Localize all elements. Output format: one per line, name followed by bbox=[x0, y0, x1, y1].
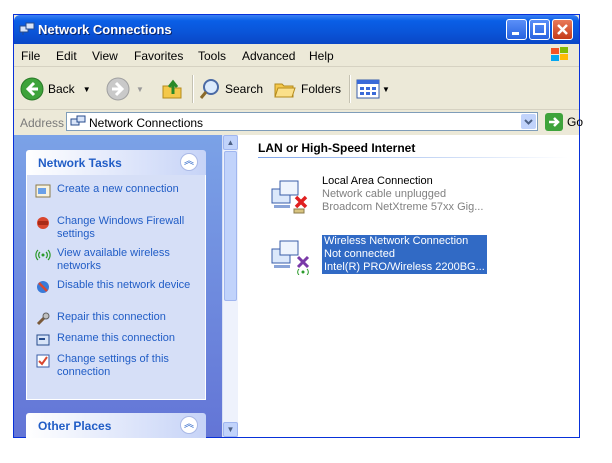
network-connections-icon bbox=[70, 115, 86, 126]
task-repair-connection[interactable]: Repair this connection bbox=[35, 311, 166, 327]
forward-arrow-icon bbox=[106, 77, 130, 101]
search-label: Search bbox=[225, 82, 264, 96]
connection-item-wireless[interactable]: Wireless Network Connection Not connecte… bbox=[268, 235, 508, 277]
new-connection-icon bbox=[35, 184, 51, 198]
up-folder-icon bbox=[162, 79, 182, 99]
scroll-up-button[interactable]: ▲ bbox=[223, 135, 238, 150]
window-title: Network Connections bbox=[38, 22, 172, 37]
collapse-icon[interactable]: ︽ bbox=[180, 416, 198, 434]
toolbar-separator bbox=[349, 75, 351, 103]
other-places-header[interactable]: Other Places ︽ bbox=[26, 413, 206, 438]
address-bar: Address Network Connections Go bbox=[14, 110, 583, 134]
go-label: Go bbox=[567, 115, 584, 129]
task-change-firewall-settings[interactable]: Change Windows Firewall settings bbox=[35, 215, 205, 241]
connection-device: Intel(R) PRO/Wireless 2200BG... bbox=[322, 261, 487, 274]
address-dropdown-button[interactable] bbox=[521, 114, 536, 129]
minimize-button[interactable] bbox=[506, 19, 527, 40]
task-label[interactable]: Change Windows Firewall settings bbox=[57, 215, 205, 241]
close-icon bbox=[557, 24, 568, 35]
forward-button[interactable]: ▼ bbox=[106, 77, 144, 101]
connection-details: Local Area Connection Network cable unpl… bbox=[322, 175, 483, 214]
task-label[interactable]: Change settings of this connection bbox=[57, 353, 205, 379]
menu-view[interactable]: View bbox=[92, 49, 118, 63]
views-dropdown-icon[interactable]: ▼ bbox=[382, 85, 390, 94]
task-pane: Network Tasks ︽ Create a new connection … bbox=[14, 135, 222, 438]
connection-device: Broadcom NetXtreme 57xx Gig... bbox=[322, 201, 484, 213]
task-label[interactable]: Repair this connection bbox=[57, 311, 166, 327]
task-rename-connection[interactable]: Rename this connection bbox=[35, 332, 175, 348]
wireless-connection-icon bbox=[271, 240, 310, 275]
task-create-new-connection[interactable]: Create a new connection bbox=[35, 183, 179, 199]
task-label[interactable]: View available wireless networks bbox=[57, 247, 205, 273]
network-connections-window: Network Connections File Edit View Favor… bbox=[13, 14, 583, 438]
views-icon bbox=[356, 79, 380, 99]
menu-file[interactable]: File bbox=[21, 49, 40, 63]
up-folder-button[interactable] bbox=[160, 77, 184, 101]
menu-edit[interactable]: Edit bbox=[56, 49, 77, 63]
rename-icon bbox=[36, 334, 50, 346]
other-places-title: Other Places bbox=[38, 419, 112, 433]
chevron-down-icon bbox=[524, 119, 533, 125]
menu-tools[interactable]: Tools bbox=[198, 49, 226, 63]
address-label: Address bbox=[20, 116, 65, 130]
folders-label: Folders bbox=[301, 82, 342, 96]
maximize-button[interactable] bbox=[529, 19, 550, 40]
connection-details: Wireless Network Connection Not connecte… bbox=[322, 235, 487, 274]
scroll-thumb[interactable] bbox=[224, 151, 237, 301]
menu-advanced[interactable]: Advanced bbox=[242, 49, 295, 63]
search-icon bbox=[199, 79, 219, 99]
wireless-icon bbox=[35, 249, 51, 261]
connection-name: Local Area Connection bbox=[322, 175, 433, 187]
repair-icon bbox=[36, 312, 50, 326]
network-tasks-header[interactable]: Network Tasks ︽ bbox=[26, 150, 206, 175]
views-button[interactable]: ▼ bbox=[356, 77, 390, 101]
network-connections-icon bbox=[19, 22, 35, 35]
left-pane-scrollbar[interactable]: ▲ ▼ bbox=[222, 135, 238, 437]
menu-bar: File Edit View Favorites Tools Advanced … bbox=[14, 44, 579, 67]
task-disable-network-device[interactable]: Disable this network device bbox=[35, 279, 190, 295]
network-tasks-title: Network Tasks bbox=[38, 156, 122, 170]
back-dropdown-icon[interactable]: ▼ bbox=[83, 85, 91, 94]
menu-help[interactable]: Help bbox=[309, 49, 334, 63]
scroll-down-button[interactable]: ▼ bbox=[223, 422, 238, 437]
back-arrow-icon bbox=[20, 77, 44, 101]
toolbar-separator bbox=[192, 75, 194, 103]
task-label[interactable]: Disable this network device bbox=[57, 279, 190, 295]
windows-logo-icon bbox=[551, 47, 568, 61]
task-label[interactable]: Rename this connection bbox=[57, 332, 175, 348]
folders-button[interactable]: Folders bbox=[273, 77, 341, 101]
connection-item-local-area[interactable]: Local Area Connection Network cable unpl… bbox=[268, 175, 498, 217]
title-bar[interactable]: Network Connections bbox=[14, 15, 579, 44]
connections-view: LAN or High-Speed Internet Local Area Co… bbox=[238, 135, 579, 437]
connection-name: Wireless Network Connection bbox=[322, 235, 487, 248]
menu-favorites[interactable]: Favorites bbox=[134, 49, 183, 63]
group-divider bbox=[258, 157, 568, 158]
address-input[interactable]: Network Connections bbox=[66, 112, 538, 131]
back-button[interactable]: Back ▼ bbox=[20, 77, 91, 101]
lan-connection-icon bbox=[271, 180, 308, 214]
collapse-icon[interactable]: ︽ bbox=[180, 153, 198, 171]
task-label[interactable]: Create a new connection bbox=[57, 183, 179, 199]
network-tasks-list: Create a new connection Change Windows F… bbox=[26, 175, 206, 400]
folders-icon bbox=[274, 83, 296, 98]
task-change-connection-settings[interactable]: Change settings of this connection bbox=[35, 353, 205, 379]
group-header: LAN or High-Speed Internet bbox=[258, 141, 416, 155]
standard-toolbar: Back ▼ ▼ Search Folders ▼ bbox=[14, 67, 579, 110]
go-button[interactable]: Go bbox=[545, 113, 583, 131]
forward-dropdown-icon[interactable]: ▼ bbox=[136, 85, 144, 94]
back-label: Back bbox=[48, 82, 75, 96]
maximize-icon bbox=[533, 23, 546, 35]
search-button[interactable]: Search bbox=[198, 77, 263, 101]
firewall-icon bbox=[37, 217, 49, 229]
task-view-wireless-networks[interactable]: View available wireless networks bbox=[35, 247, 205, 273]
minimize-icon bbox=[512, 32, 519, 35]
address-value: Network Connections bbox=[89, 116, 204, 130]
connection-status: Not connected bbox=[322, 248, 487, 261]
disable-icon bbox=[37, 281, 49, 293]
close-button[interactable] bbox=[552, 19, 573, 40]
settings-icon bbox=[36, 354, 50, 368]
go-arrow-icon bbox=[545, 113, 563, 131]
connection-status: Network cable unplugged bbox=[322, 188, 447, 200]
